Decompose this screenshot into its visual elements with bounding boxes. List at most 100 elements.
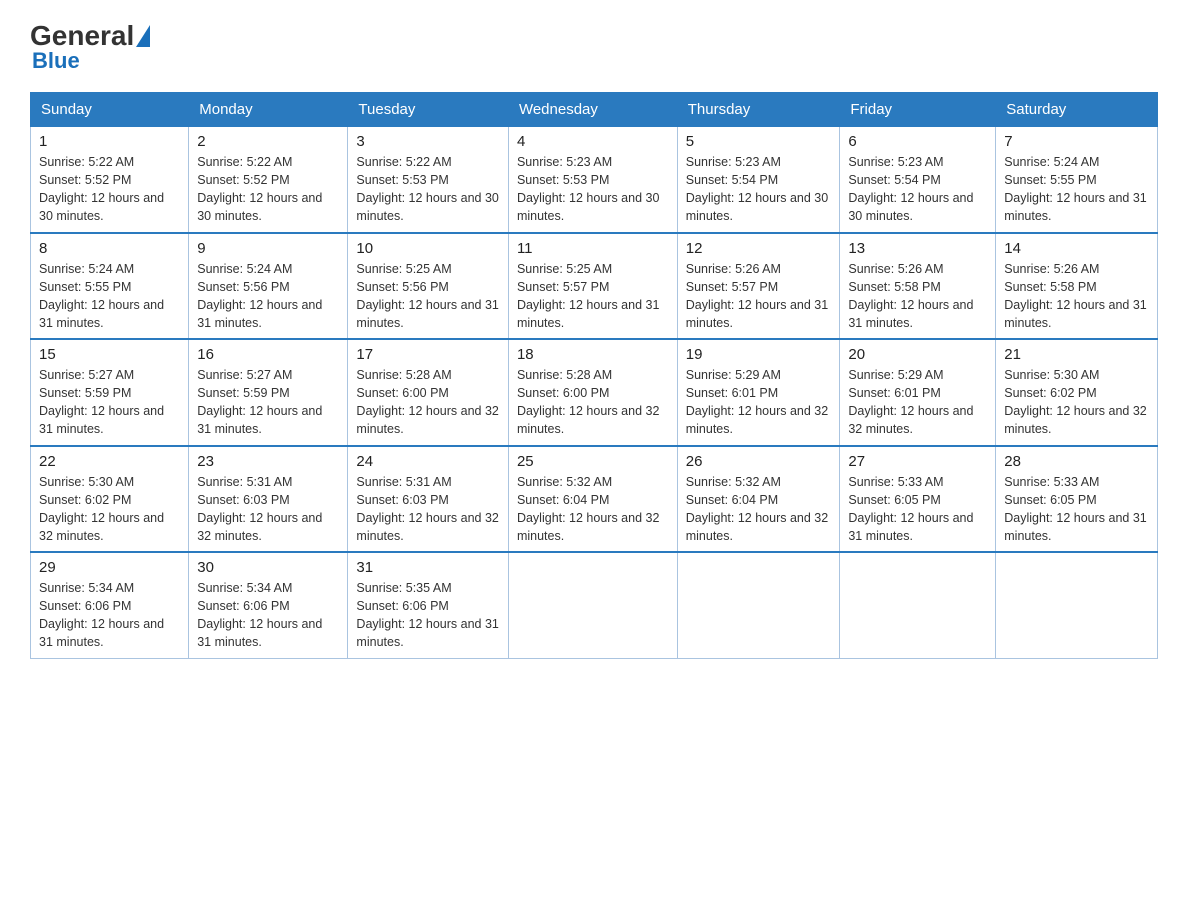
calendar-cell: 7 Sunrise: 5:24 AMSunset: 5:55 PMDayligh…: [996, 127, 1158, 233]
day-info: Sunrise: 5:31 AMSunset: 6:03 PMDaylight:…: [197, 475, 322, 543]
calendar-cell: 11 Sunrise: 5:25 AMSunset: 5:57 PMDaylig…: [508, 233, 677, 340]
day-info: Sunrise: 5:27 AMSunset: 5:59 PMDaylight:…: [39, 368, 164, 436]
day-info: Sunrise: 5:26 AMSunset: 5:57 PMDaylight:…: [686, 262, 828, 330]
weekday-header-sunday: Sunday: [31, 93, 189, 127]
calendar-table: SundayMondayTuesdayWednesdayThursdayFrid…: [30, 92, 1158, 659]
calendar-cell: 20 Sunrise: 5:29 AMSunset: 6:01 PMDaylig…: [840, 339, 996, 446]
calendar-cell: [508, 552, 677, 658]
day-info: Sunrise: 5:30 AMSunset: 6:02 PMDaylight:…: [1004, 368, 1146, 436]
day-number: 4: [517, 133, 669, 150]
calendar-cell: 12 Sunrise: 5:26 AMSunset: 5:57 PMDaylig…: [677, 233, 840, 340]
day-info: Sunrise: 5:29 AMSunset: 6:01 PMDaylight:…: [848, 368, 973, 436]
calendar-cell: 28 Sunrise: 5:33 AMSunset: 6:05 PMDaylig…: [996, 446, 1158, 553]
calendar-cell: 3 Sunrise: 5:22 AMSunset: 5:53 PMDayligh…: [348, 127, 509, 233]
calendar-cell: 30 Sunrise: 5:34 AMSunset: 6:06 PMDaylig…: [189, 552, 348, 658]
day-info: Sunrise: 5:30 AMSunset: 6:02 PMDaylight:…: [39, 475, 164, 543]
calendar-cell: 27 Sunrise: 5:33 AMSunset: 6:05 PMDaylig…: [840, 446, 996, 553]
day-number: 31: [356, 559, 500, 576]
day-info: Sunrise: 5:34 AMSunset: 6:06 PMDaylight:…: [197, 581, 322, 649]
calendar-cell: 10 Sunrise: 5:25 AMSunset: 5:56 PMDaylig…: [348, 233, 509, 340]
day-number: 15: [39, 346, 180, 363]
calendar-cell: 8 Sunrise: 5:24 AMSunset: 5:55 PMDayligh…: [31, 233, 189, 340]
day-number: 30: [197, 559, 339, 576]
day-info: Sunrise: 5:32 AMSunset: 6:04 PMDaylight:…: [686, 475, 828, 543]
logo-sub: Blue: [32, 48, 80, 74]
week-row-3: 15 Sunrise: 5:27 AMSunset: 5:59 PMDaylig…: [31, 339, 1158, 446]
calendar-cell: 17 Sunrise: 5:28 AMSunset: 6:00 PMDaylig…: [348, 339, 509, 446]
day-info: Sunrise: 5:25 AMSunset: 5:57 PMDaylight:…: [517, 262, 659, 330]
day-info: Sunrise: 5:33 AMSunset: 6:05 PMDaylight:…: [1004, 475, 1146, 543]
day-info: Sunrise: 5:32 AMSunset: 6:04 PMDaylight:…: [517, 475, 659, 543]
calendar-cell: 22 Sunrise: 5:30 AMSunset: 6:02 PMDaylig…: [31, 446, 189, 553]
day-info: Sunrise: 5:28 AMSunset: 6:00 PMDaylight:…: [356, 368, 498, 436]
day-number: 18: [517, 346, 669, 363]
day-info: Sunrise: 5:22 AMSunset: 5:53 PMDaylight:…: [356, 155, 498, 223]
day-info: Sunrise: 5:22 AMSunset: 5:52 PMDaylight:…: [39, 155, 164, 223]
calendar-cell: 25 Sunrise: 5:32 AMSunset: 6:04 PMDaylig…: [508, 446, 677, 553]
day-number: 22: [39, 453, 180, 470]
day-number: 19: [686, 346, 832, 363]
day-number: 9: [197, 240, 339, 257]
day-number: 1: [39, 133, 180, 150]
day-info: Sunrise: 5:34 AMSunset: 6:06 PMDaylight:…: [39, 581, 164, 649]
day-info: Sunrise: 5:22 AMSunset: 5:52 PMDaylight:…: [197, 155, 322, 223]
day-number: 7: [1004, 133, 1149, 150]
day-number: 14: [1004, 240, 1149, 257]
calendar-cell: 14 Sunrise: 5:26 AMSunset: 5:58 PMDaylig…: [996, 233, 1158, 340]
calendar-cell: 9 Sunrise: 5:24 AMSunset: 5:56 PMDayligh…: [189, 233, 348, 340]
day-info: Sunrise: 5:24 AMSunset: 5:56 PMDaylight:…: [197, 262, 322, 330]
calendar-cell: [840, 552, 996, 658]
calendar-cell: 1 Sunrise: 5:22 AMSunset: 5:52 PMDayligh…: [31, 127, 189, 233]
week-row-4: 22 Sunrise: 5:30 AMSunset: 6:02 PMDaylig…: [31, 446, 1158, 553]
day-info: Sunrise: 5:27 AMSunset: 5:59 PMDaylight:…: [197, 368, 322, 436]
day-number: 26: [686, 453, 832, 470]
calendar-cell: 31 Sunrise: 5:35 AMSunset: 6:06 PMDaylig…: [348, 552, 509, 658]
week-row-2: 8 Sunrise: 5:24 AMSunset: 5:55 PMDayligh…: [31, 233, 1158, 340]
week-row-1: 1 Sunrise: 5:22 AMSunset: 5:52 PMDayligh…: [31, 127, 1158, 233]
header: General Blue: [30, 20, 1158, 74]
calendar-cell: 13 Sunrise: 5:26 AMSunset: 5:58 PMDaylig…: [840, 233, 996, 340]
calendar-cell: [996, 552, 1158, 658]
calendar-cell: [677, 552, 840, 658]
day-number: 23: [197, 453, 339, 470]
day-info: Sunrise: 5:26 AMSunset: 5:58 PMDaylight:…: [1004, 262, 1146, 330]
day-number: 6: [848, 133, 987, 150]
day-info: Sunrise: 5:24 AMSunset: 5:55 PMDaylight:…: [39, 262, 164, 330]
day-number: 16: [197, 346, 339, 363]
logo-triangle-icon: [136, 25, 150, 47]
weekday-header-wednesday: Wednesday: [508, 93, 677, 127]
day-number: 29: [39, 559, 180, 576]
day-info: Sunrise: 5:23 AMSunset: 5:54 PMDaylight:…: [848, 155, 973, 223]
day-info: Sunrise: 5:35 AMSunset: 6:06 PMDaylight:…: [356, 581, 498, 649]
weekday-header-thursday: Thursday: [677, 93, 840, 127]
calendar-cell: 15 Sunrise: 5:27 AMSunset: 5:59 PMDaylig…: [31, 339, 189, 446]
calendar-cell: 5 Sunrise: 5:23 AMSunset: 5:54 PMDayligh…: [677, 127, 840, 233]
calendar-cell: 4 Sunrise: 5:23 AMSunset: 5:53 PMDayligh…: [508, 127, 677, 233]
calendar-cell: 6 Sunrise: 5:23 AMSunset: 5:54 PMDayligh…: [840, 127, 996, 233]
day-number: 11: [517, 240, 669, 257]
calendar-cell: 29 Sunrise: 5:34 AMSunset: 6:06 PMDaylig…: [31, 552, 189, 658]
day-number: 21: [1004, 346, 1149, 363]
day-number: 24: [356, 453, 500, 470]
day-number: 13: [848, 240, 987, 257]
weekday-header-row: SundayMondayTuesdayWednesdayThursdayFrid…: [31, 93, 1158, 127]
day-info: Sunrise: 5:23 AMSunset: 5:53 PMDaylight:…: [517, 155, 659, 223]
calendar-cell: 23 Sunrise: 5:31 AMSunset: 6:03 PMDaylig…: [189, 446, 348, 553]
logo: General Blue: [30, 20, 152, 74]
day-info: Sunrise: 5:24 AMSunset: 5:55 PMDaylight:…: [1004, 155, 1146, 223]
week-row-5: 29 Sunrise: 5:34 AMSunset: 6:06 PMDaylig…: [31, 552, 1158, 658]
day-info: Sunrise: 5:29 AMSunset: 6:01 PMDaylight:…: [686, 368, 828, 436]
calendar-cell: 2 Sunrise: 5:22 AMSunset: 5:52 PMDayligh…: [189, 127, 348, 233]
calendar-cell: 16 Sunrise: 5:27 AMSunset: 5:59 PMDaylig…: [189, 339, 348, 446]
day-info: Sunrise: 5:31 AMSunset: 6:03 PMDaylight:…: [356, 475, 498, 543]
day-number: 8: [39, 240, 180, 257]
day-info: Sunrise: 5:28 AMSunset: 6:00 PMDaylight:…: [517, 368, 659, 436]
day-number: 2: [197, 133, 339, 150]
day-number: 25: [517, 453, 669, 470]
calendar-cell: 19 Sunrise: 5:29 AMSunset: 6:01 PMDaylig…: [677, 339, 840, 446]
weekday-header-monday: Monday: [189, 93, 348, 127]
calendar-cell: 18 Sunrise: 5:28 AMSunset: 6:00 PMDaylig…: [508, 339, 677, 446]
calendar-cell: 24 Sunrise: 5:31 AMSunset: 6:03 PMDaylig…: [348, 446, 509, 553]
day-number: 20: [848, 346, 987, 363]
day-number: 27: [848, 453, 987, 470]
